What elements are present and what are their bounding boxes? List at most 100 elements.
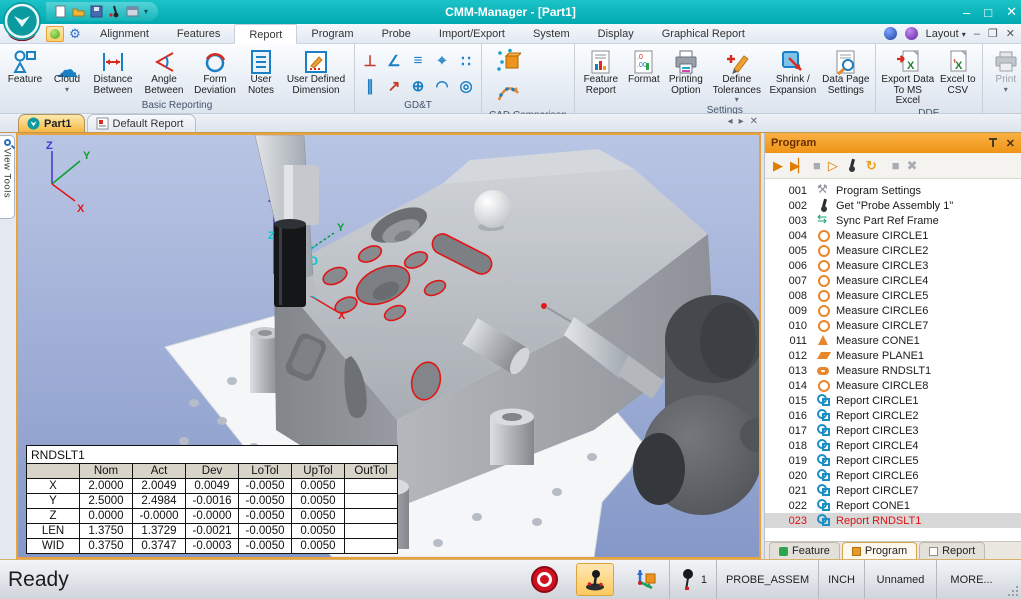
- program-step-row[interactable]: 023 Report RNDSLT1: [765, 513, 1021, 528]
- probe-toolbar-icon[interactable]: [845, 159, 859, 172]
- tab-part1[interactable]: Part1: [18, 114, 85, 132]
- shrink-expansion-button[interactable]: Shrink / Expansion: [766, 46, 820, 96]
- program-step-row[interactable]: 003 Sync Part Ref Frame: [765, 213, 1021, 228]
- data-page-settings-button[interactable]: Data Page Settings: [820, 46, 872, 96]
- resize-grip[interactable]: [1006, 584, 1018, 596]
- program-step-row[interactable]: 004 Measure CIRCLE1: [765, 228, 1021, 243]
- menu-tab[interactable]: Program: [297, 24, 367, 44]
- maximize-button[interactable]: □: [984, 5, 992, 20]
- program-step-row[interactable]: 014 Measure CIRCLE8: [765, 378, 1021, 393]
- menu-tab[interactable]: Graphical Report: [648, 24, 759, 44]
- menu-tab[interactable]: Report: [234, 24, 297, 44]
- emergency-stop-cell[interactable]: [522, 560, 567, 599]
- menu-tab[interactable]: Features: [163, 24, 234, 44]
- minimize-button[interactable]: –: [963, 5, 970, 20]
- menu-tab[interactable]: Import/Export: [425, 24, 519, 44]
- menu-tab[interactable]: System: [519, 24, 584, 44]
- pause-button[interactable]: ■: [892, 159, 900, 172]
- define-tolerances-button[interactable]: Define Tolerances ▾: [708, 46, 766, 104]
- pane-restore-icon[interactable]: ❐: [988, 27, 998, 40]
- joystick-cell[interactable]: [567, 560, 623, 599]
- cad-compare-curve-icon[interactable]: [495, 80, 521, 109]
- angle-between-button[interactable]: Angle Between: [139, 46, 189, 96]
- run-to-end-button[interactable]: ▶▏: [790, 159, 806, 172]
- refresh-button[interactable]: ↻: [866, 159, 877, 172]
- help-globe-icon[interactable]: [884, 27, 897, 40]
- export-to-excel-button[interactable]: X Export Data To MS Excel: [879, 46, 937, 107]
- program-step-row[interactable]: 016 Report CIRCLE2: [765, 408, 1021, 423]
- gdt-symbol-icon[interactable]: ⊥: [363, 52, 376, 70]
- program-step-row[interactable]: 007 Measure CIRCLE4: [765, 273, 1021, 288]
- user-defined-dimension-button[interactable]: User Defined Dimension: [281, 46, 351, 96]
- program-step-row[interactable]: 011 Measure CONE1: [765, 333, 1021, 348]
- results-table[interactable]: RNDSLT1 NomActDevLoTolUpTolOutTol X 2.00…: [26, 445, 398, 554]
- program-step-row[interactable]: 020 Report CIRCLE6: [765, 468, 1021, 483]
- menu-tab[interactable]: Alignment: [86, 24, 163, 44]
- gdt-symbol-icon[interactable]: ∷: [461, 52, 471, 70]
- cad-compare-points-icon[interactable]: [495, 48, 521, 77]
- distance-between-button[interactable]: Distance Between: [87, 46, 139, 96]
- gdt-symbol-icon[interactable]: ↗: [388, 77, 401, 95]
- program-step-row[interactable]: 017 Report CIRCLE3: [765, 423, 1021, 438]
- program-step-row[interactable]: 015 Report CIRCLE1: [765, 393, 1021, 408]
- program-step-row[interactable]: 013 Measure RNDSLT1: [765, 363, 1021, 378]
- tab-close-icon[interactable]: ✕: [750, 116, 758, 127]
- gdt-symbol-icon[interactable]: ⊕: [412, 77, 425, 95]
- form-deviation-button[interactable]: Form Deviation: [189, 46, 241, 96]
- pane-minimize-icon[interactable]: –: [974, 28, 980, 40]
- program-step-row[interactable]: 008 Measure CIRCLE5: [765, 288, 1021, 303]
- info-globe-icon[interactable]: [905, 27, 918, 40]
- pane-close-icon[interactable]: ✕: [1006, 27, 1015, 40]
- cloud-button[interactable]: ☁ Cloud ▾: [47, 46, 87, 94]
- gdt-symbol-icon[interactable]: ◎: [459, 77, 472, 95]
- menu-tab[interactable]: Probe: [368, 24, 425, 44]
- program-step-row[interactable]: 010 Measure CIRCLE7: [765, 318, 1021, 333]
- close-button[interactable]: ✕: [1006, 4, 1017, 20]
- gdt-symbol-icon[interactable]: ∥: [366, 77, 374, 95]
- gdt-symbol-icon[interactable]: ⌖: [438, 52, 446, 69]
- feature-report-button[interactable]: Feature Report: [578, 46, 624, 96]
- tab-scroll-left-icon[interactable]: ◂: [728, 116, 733, 127]
- program-step-row[interactable]: 021 Report CIRCLE7: [765, 483, 1021, 498]
- feature-button[interactable]: Feature: [3, 46, 47, 86]
- run-button[interactable]: ▶: [773, 159, 783, 172]
- program-step-row[interactable]: 002 Get "Probe Assembly 1": [765, 198, 1021, 213]
- excel-to-csv-button[interactable]: ,X Excel to CSV: [937, 46, 979, 96]
- tab-default-report[interactable]: Default Report: [87, 114, 197, 132]
- tab-report[interactable]: Report: [919, 542, 985, 559]
- more-cell[interactable]: MORE...: [936, 560, 1006, 599]
- step-button[interactable]: ▷: [828, 159, 838, 172]
- format-button[interactable]: .0.00 Format: [624, 46, 664, 86]
- delete-button[interactable]: ✖: [907, 159, 918, 172]
- program-step-row[interactable]: 018 Report CIRCLE4: [765, 438, 1021, 453]
- tab-feature[interactable]: Feature: [769, 542, 840, 559]
- program-step-row[interactable]: 012 Measure PLANE1: [765, 348, 1021, 363]
- program-step-row[interactable]: 005 Measure CIRCLE2: [765, 243, 1021, 258]
- program-step-row[interactable]: 001 Program Settings: [765, 183, 1021, 198]
- units-cell[interactable]: INCH: [818, 560, 864, 599]
- probe-assembly-cell[interactable]: PROBE_ASSEM: [716, 560, 818, 599]
- panel-close-icon[interactable]: ✕: [1006, 137, 1015, 150]
- apple-menu-icon[interactable]: [46, 26, 64, 42]
- tab-program[interactable]: Program: [842, 542, 917, 559]
- program-step-row[interactable]: 009 Measure CIRCLE6: [765, 303, 1021, 318]
- print-button[interactable]: Print ▾: [986, 46, 1021, 94]
- stop-button[interactable]: ■: [813, 159, 821, 172]
- probe-status-cell[interactable]: 1: [669, 560, 716, 599]
- gdt-symbol-icon[interactable]: ◠: [435, 77, 448, 95]
- gdt-symbol-icon[interactable]: ∠: [387, 52, 400, 70]
- pin-icon[interactable]: [988, 138, 998, 148]
- user-notes-button[interactable]: User Notes: [241, 46, 281, 96]
- machine-name-cell[interactable]: Unnamed: [864, 560, 936, 599]
- system-gear-icon[interactable]: ⚙: [66, 26, 84, 42]
- layout-menu[interactable]: Layout ▾: [926, 28, 966, 40]
- machine-axes-cell[interactable]: [623, 560, 669, 599]
- tab-scroll-right-icon[interactable]: ▸: [739, 116, 744, 127]
- printing-option-button[interactable]: Printing Option: [664, 46, 708, 96]
- program-step-row[interactable]: 006 Measure CIRCLE3: [765, 258, 1021, 273]
- program-step-row[interactable]: 022 Report CONE1: [765, 498, 1021, 513]
- program-step-row[interactable]: 019 Report CIRCLE5: [765, 453, 1021, 468]
- gdt-symbol-icon[interactable]: ≡: [414, 52, 423, 69]
- viewport-3d[interactable]: Z Z Y Y CAD X X Z Y X: [16, 133, 761, 559]
- menu-tab[interactable]: Display: [584, 24, 648, 44]
